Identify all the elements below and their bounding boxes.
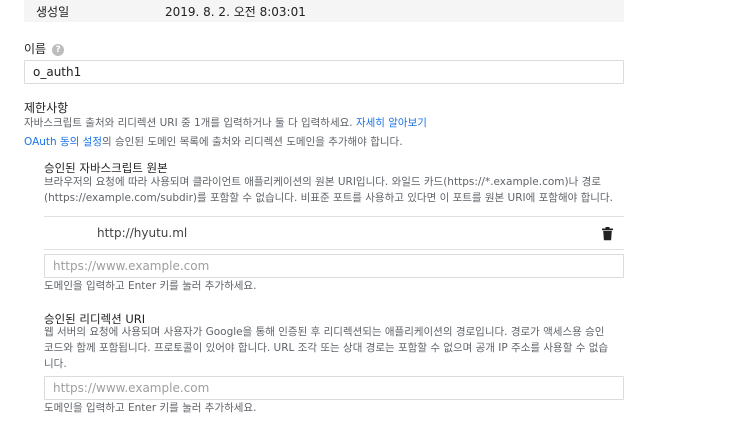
uri-list-bottom-divider xyxy=(44,249,624,250)
restrictions-title: 제한사항 xyxy=(24,101,69,115)
learn-more-link[interactable]: 자세히 알아보기 xyxy=(356,117,427,129)
trash-icon-glyph xyxy=(602,227,613,241)
redirect-uris-description-line3: 니다. xyxy=(44,358,67,370)
oauth-consent-link[interactable]: OAuth 동의 설정 xyxy=(24,136,102,148)
restrictions-description: 자바스크립트 출처와 리디렉션 URI 중 1개를 입력하거나 둘 다 입력하세… xyxy=(24,115,427,131)
name-label: 이름 xyxy=(24,42,47,56)
created-date-row: 생성일 2019. 8. 2. 오전 8:03:01 xyxy=(24,0,624,22)
uri-list-top-divider xyxy=(44,216,624,217)
name-input[interactable] xyxy=(24,60,624,84)
js-origins-description-line2: (https://example.com/subdir)를 포함할 수 없습니다… xyxy=(44,192,613,204)
js-origin-uri-item: http://hyutu.ml xyxy=(97,226,188,240)
redirect-uri-hint: 도메인을 입력하고 Enter 키를 눌러 추가하세요. xyxy=(44,402,257,414)
redirect-uris-description-line2: 코드와 함께 포함됩니다. 프로토콜이 있어야 합니다. URL 조각 또는 상… xyxy=(44,342,609,354)
created-date-value: 2019. 8. 2. 오전 8:03:01 xyxy=(165,5,306,19)
js-origin-hint: 도메인을 입력하고 Enter 키를 눌러 추가하세요. xyxy=(44,280,257,292)
consent-note-text: 의 승인된 도메인 목록에 출처와 리디렉션 도메인을 추가해야 합니다. xyxy=(102,136,403,148)
name-label-row: 이름? xyxy=(24,40,65,57)
js-origin-input[interactable] xyxy=(44,254,624,278)
restrictions-description-text: 자바스크립트 출처와 리디렉션 URI 중 1개를 입력하거나 둘 다 입력하세… xyxy=(24,117,356,129)
trash-icon[interactable] xyxy=(601,226,614,241)
consent-note: OAuth 동의 설정의 승인된 도메인 목록에 출처와 리디렉션 도메인을 추… xyxy=(24,134,403,150)
redirect-uri-input[interactable] xyxy=(44,376,624,400)
redirect-uris-description-line1: 웹 서버의 요청에 사용되며 사용자가 Google을 통해 인증된 후 리디렉… xyxy=(44,326,605,338)
created-date-label: 생성일 xyxy=(36,5,70,19)
help-icon[interactable]: ? xyxy=(52,43,65,56)
js-origins-description-line1: 브라우저의 요청에 따라 사용되며 클라이언트 애플리케이션의 원본 URI입니… xyxy=(44,176,601,188)
